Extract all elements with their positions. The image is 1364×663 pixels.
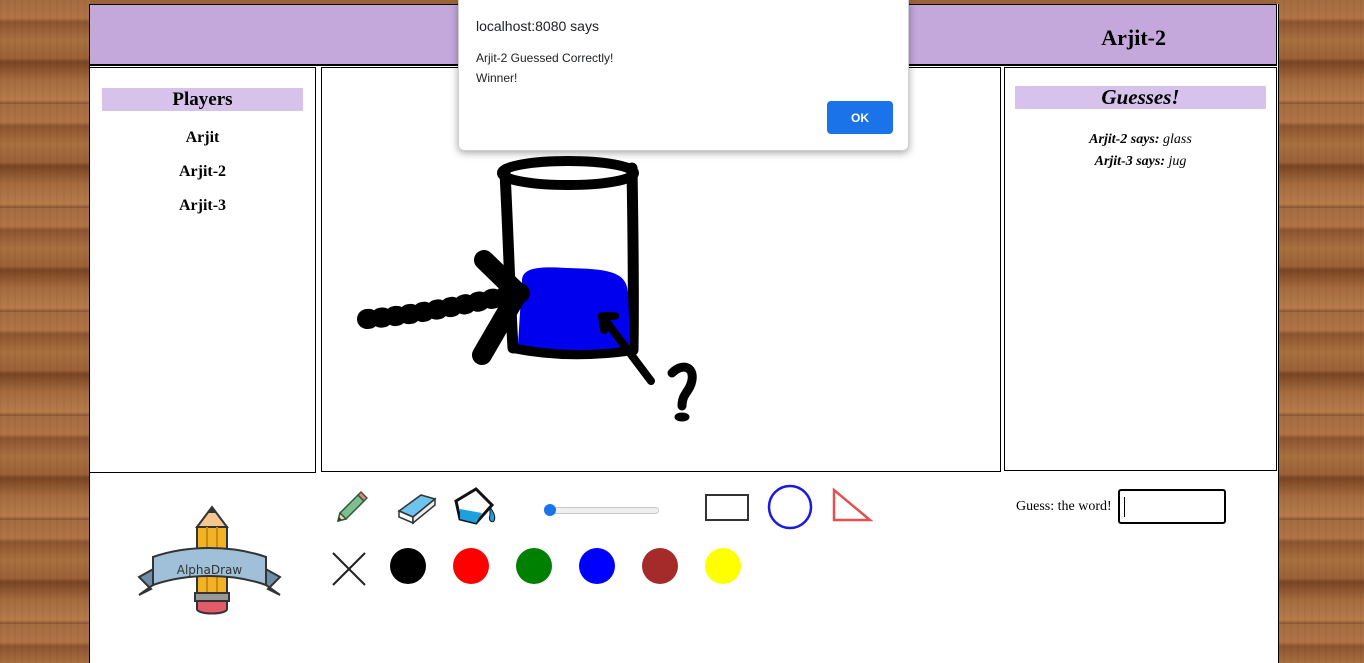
pencil-icon xyxy=(336,490,369,523)
players-panel: Players Arjit Arjit-2 Arjit-3 xyxy=(89,67,316,473)
circle-tool[interactable] xyxy=(766,483,814,531)
triangle-tool[interactable] xyxy=(831,487,874,523)
guess-author: Arjit-2 says: xyxy=(1089,132,1160,147)
slider-track xyxy=(544,507,659,514)
player-item: Arjit-3 xyxy=(178,197,227,214)
circle-tool-icon xyxy=(767,484,813,530)
slider-thumb[interactable] xyxy=(544,504,556,516)
eraser-tool[interactable] xyxy=(393,489,437,525)
fill-tool[interactable] xyxy=(452,485,500,527)
dialog-message-line: Arjit-2 Guessed Correctly! xyxy=(476,51,614,65)
player-list: Arjit Arjit-2 Arjit-3 xyxy=(90,126,315,228)
clear-canvas-button[interactable] xyxy=(331,551,367,587)
dialog-message: Arjit-2 Guessed Correctly! Winner! xyxy=(476,48,613,88)
triangle-tool-icon xyxy=(832,487,874,522)
guesses-title: Guesses! xyxy=(1015,86,1266,109)
toolbar: AlphaDraw Guess: the word! xyxy=(89,473,1277,663)
color-swatch-blue[interactable] xyxy=(579,548,615,584)
player-item: Arjit-2 xyxy=(178,163,227,180)
alert-dialog: localhost:8080 says Arjit-2 Guessed Corr… xyxy=(458,0,909,151)
guesses-panel: Guesses! Arjit-2 says: glass Arjit-3 say… xyxy=(1004,67,1277,471)
guess-input[interactable] xyxy=(1118,489,1226,524)
rectangle-tool[interactable] xyxy=(704,493,750,523)
rectangle-tool-icon xyxy=(705,494,749,521)
guess-word: glass xyxy=(1163,132,1192,147)
color-swatch-brown[interactable] xyxy=(642,548,678,584)
pencil-tool[interactable] xyxy=(332,489,369,525)
guess-label: Guess: the word! xyxy=(1016,499,1112,514)
brush-size-slider[interactable] xyxy=(544,504,659,516)
players-title: Players xyxy=(102,88,303,111)
color-swatch-green[interactable] xyxy=(516,548,552,584)
logo-text: AlphaDraw xyxy=(177,563,243,577)
color-swatch-yellow[interactable] xyxy=(705,548,741,584)
guess-entry: Arjit-3 says: jug xyxy=(1005,151,1276,173)
water-fill xyxy=(518,267,630,350)
guess-list: Arjit-2 says: glass Arjit-3 says: jug xyxy=(1005,129,1276,173)
eraser-icon xyxy=(397,494,437,525)
wood-background-right xyxy=(1276,0,1364,663)
dialog-message-line: Winner! xyxy=(476,71,518,85)
alphadraw-logo: AlphaDraw xyxy=(137,505,282,615)
color-swatch-black[interactable] xyxy=(390,548,426,584)
text-cursor xyxy=(1124,497,1125,517)
clear-icon xyxy=(332,552,366,586)
wood-background-left xyxy=(0,0,90,663)
guess-author: Arjit-3 says: xyxy=(1094,154,1165,169)
color-swatch-red[interactable] xyxy=(453,548,489,584)
guess-word: jug xyxy=(1168,154,1187,169)
paint-bucket-icon xyxy=(454,487,496,525)
guess-entry: Arjit-2 says: glass xyxy=(1005,129,1276,151)
player-item: Arjit xyxy=(185,129,220,146)
ok-button[interactable]: OK xyxy=(827,101,893,134)
dialog-title: localhost:8080 says xyxy=(476,18,599,34)
current-player-name: Arjit-2 xyxy=(1101,25,1166,50)
